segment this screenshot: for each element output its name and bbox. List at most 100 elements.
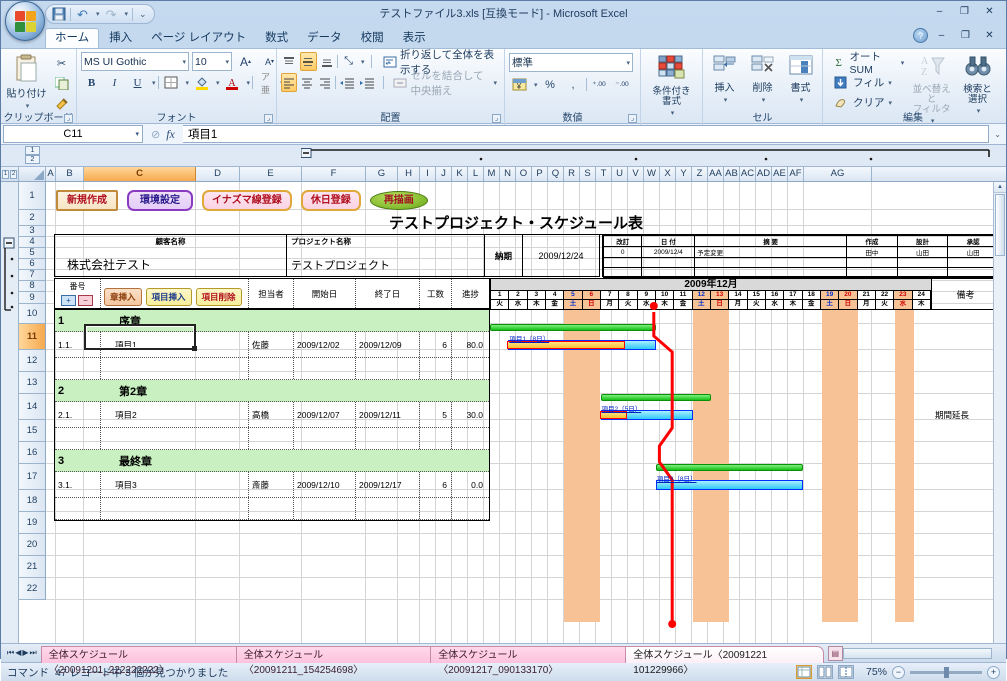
delete-cells-dropdown-icon[interactable]: ▾ bbox=[762, 97, 766, 104]
row-header-12[interactable]: 12 bbox=[19, 350, 46, 372]
sheet-button-4[interactable]: 再描画 bbox=[369, 191, 428, 210]
column-header-V[interactable]: V bbox=[628, 167, 644, 181]
conditional-formatting-dropdown-icon[interactable]: ▾ bbox=[671, 110, 675, 117]
cut-icon[interactable]: ✂ bbox=[51, 54, 72, 73]
zoom-slider[interactable] bbox=[910, 666, 982, 678]
insert-cells-button[interactable]: 挿入 ▾ bbox=[707, 52, 742, 105]
row-header-21[interactable]: 21 bbox=[19, 556, 46, 578]
zoom-slider-knob[interactable] bbox=[944, 666, 949, 678]
clear-dropdown-icon[interactable]: ▾ bbox=[889, 99, 893, 107]
ribbon-tab-6[interactable]: 表示 bbox=[394, 28, 435, 48]
column-header-X[interactable]: X bbox=[660, 167, 676, 181]
row-outline-gutter[interactable] bbox=[1, 182, 19, 643]
orientation-icon[interactable]: ⤡ bbox=[340, 52, 357, 71]
column-header-S[interactable]: S bbox=[580, 167, 596, 181]
gantt-chart-body[interactable]: 項目1〔8日〕 項目2〔5日〕 項目3〔8日〕 bbox=[490, 310, 932, 622]
alignment-dialog-launcher[interactable]: ⌟ bbox=[492, 114, 501, 123]
table-row[interactable]: 2 第2章 bbox=[55, 380, 489, 402]
name-box[interactable]: C11 ▾ bbox=[3, 125, 143, 143]
increase-decimal-icon[interactable]: ⁺ .00 bbox=[589, 75, 610, 94]
row-header-2[interactable]: 2 bbox=[19, 210, 46, 226]
indent-increase-icon[interactable] bbox=[358, 73, 376, 92]
percent-icon[interactable]: % bbox=[540, 75, 561, 94]
column-header-O[interactable]: O bbox=[516, 167, 532, 181]
task-name[interactable]: 項目3 bbox=[101, 472, 249, 497]
table-row[interactable]: 2.1. 項目2 高橋 2009/12/07 2009/12/11 5 30.0 bbox=[55, 402, 489, 428]
row-header-8[interactable]: 8 bbox=[19, 281, 46, 292]
column-group-bracket[interactable] bbox=[300, 148, 994, 164]
office-button[interactable] bbox=[5, 1, 45, 41]
ribbon-tab-2[interactable]: ページ レイアウト bbox=[142, 28, 255, 48]
font-dialog-launcher[interactable]: ⌟ bbox=[264, 114, 273, 123]
zoom-in-button[interactable]: + bbox=[987, 665, 1000, 679]
column-header-E[interactable]: E bbox=[240, 167, 302, 181]
comma-icon[interactable]: , bbox=[563, 75, 584, 94]
page-layout-icon[interactable] bbox=[817, 665, 833, 679]
fill-dropdown-icon[interactable]: ▾ bbox=[888, 79, 892, 87]
merge-center-button[interactable]: セルを結合して中央揃え ▾ bbox=[389, 70, 500, 97]
row-header-14[interactable]: 14 bbox=[19, 394, 46, 420]
zoom-level[interactable]: 75% bbox=[859, 666, 887, 678]
help-icon[interactable]: ? bbox=[913, 28, 928, 43]
column-header-Z[interactable]: Z bbox=[692, 167, 708, 181]
insert-cells-dropdown-icon[interactable]: ▾ bbox=[724, 97, 728, 104]
ribbon-tab-4[interactable]: データ bbox=[298, 28, 351, 48]
doc-minimize-button[interactable]: ‒ bbox=[931, 28, 952, 43]
column-header-P[interactable]: P bbox=[532, 167, 548, 181]
column-header-L[interactable]: L bbox=[468, 167, 484, 181]
autosum-dropdown-icon[interactable]: ▾ bbox=[901, 59, 905, 67]
worksheet[interactable]: 1 2 A B C D E F G H I J K L M N O P Q R S T U V W X Y Z AA AB AC AD AE… bbox=[1, 167, 1006, 643]
number-dialog-launcher[interactable]: ⌟ bbox=[628, 114, 637, 123]
column-header-AC[interactable]: AC bbox=[740, 167, 756, 181]
grid-canvas[interactable]: 新規作成 環境設定 イナズマ線登録 休日登録 再描画 テストプロジェクト・スケジュール表… bbox=[46, 182, 1006, 643]
ribbon-tab-strip[interactable]: ホーム 挿入 ページ レイアウト 数式 データ 校閲 表示 ? ‒ ❐ ✕ bbox=[1, 27, 1006, 48]
window-controls[interactable]: ‒ ❐ ✕ bbox=[929, 4, 1000, 19]
column-header-AB[interactable]: AB bbox=[724, 167, 740, 181]
row-header-15[interactable]: 15 bbox=[19, 420, 46, 442]
col-outline-level-2[interactable]: 2 bbox=[25, 155, 40, 164]
first-sheet-icon[interactable]: ⏮ bbox=[7, 648, 14, 658]
number-format-dropdown-icon[interactable]: ▾ bbox=[626, 59, 630, 67]
column-header-J[interactable]: J bbox=[436, 167, 452, 181]
align-right-icon[interactable] bbox=[317, 73, 333, 92]
insert-item-button[interactable]: 項目挿入 bbox=[145, 288, 192, 306]
table-row[interactable] bbox=[55, 498, 489, 520]
horizontal-scrollbar[interactable] bbox=[842, 647, 992, 659]
sheet-tab-3[interactable]: 全体スケジュール〈20091221 101229966〉 bbox=[625, 645, 824, 676]
sheet-tab-0[interactable]: 全体スケジュール〈20091201_222222222〉 bbox=[40, 645, 242, 676]
normal-view-icon[interactable] bbox=[796, 665, 812, 679]
clipboard-dialog-launcher[interactable]: ⌟ bbox=[64, 114, 73, 123]
sheet-tab-bar[interactable]: ⏮ ◀ ▶ ⏭ 全体スケジュール〈20091201_222222222〉 全体スケ… bbox=[1, 643, 1006, 676]
column-headers[interactable]: 1 2 A B C D E F G H I J K L M N O P Q R S T U V W X Y Z AA AB AC AD AE… bbox=[1, 167, 1006, 182]
table-row[interactable]: 3 最終章 bbox=[55, 450, 489, 472]
prev-sheet-icon[interactable]: ◀ bbox=[15, 648, 21, 658]
zoom-controls[interactable]: 75% − + bbox=[796, 665, 1000, 679]
copy-icon[interactable] bbox=[51, 74, 72, 93]
col-outline-level-1[interactable]: 1 bbox=[25, 146, 40, 155]
sheet-button-0[interactable]: 新規作成 bbox=[56, 190, 118, 211]
column-header-AF[interactable]: AF bbox=[788, 167, 804, 181]
row-header-9[interactable]: 9 bbox=[19, 292, 46, 304]
row-headers[interactable]: 1 2 3 4 5 6 7 8 9 10 11 12 13 14 15 16 17 18 19 20 21 22 bbox=[19, 182, 46, 600]
font-size-dropdown-icon[interactable]: ▾ bbox=[225, 58, 229, 66]
last-sheet-icon[interactable]: ⏭ bbox=[30, 648, 37, 658]
align-middle-icon[interactable] bbox=[299, 52, 317, 71]
scroll-thumb[interactable] bbox=[995, 194, 1005, 256]
formula-bar-buttons[interactable]: ⊘ fx bbox=[145, 127, 181, 142]
borders-dropdown-icon[interactable]: ▾ bbox=[186, 79, 190, 87]
column-header-U[interactable]: U bbox=[612, 167, 628, 181]
align-bottom-icon[interactable] bbox=[319, 52, 336, 71]
currency-icon[interactable]: ¥ bbox=[509, 75, 530, 94]
selected-cell[interactable] bbox=[84, 324, 197, 351]
underline-dropdown-icon[interactable]: ▾ bbox=[152, 79, 156, 87]
formula-expand-icon[interactable]: ⌄ bbox=[991, 130, 1004, 139]
insert-function-icon[interactable]: fx bbox=[166, 127, 175, 142]
select-all-corner[interactable] bbox=[19, 167, 46, 181]
align-top-icon[interactable] bbox=[281, 52, 298, 71]
column-header-F[interactable]: F bbox=[302, 167, 366, 181]
row-outline-level-1[interactable]: 1 bbox=[2, 169, 9, 179]
column-outline-levels[interactable]: 1 2 bbox=[25, 146, 40, 165]
column-header-Q[interactable]: Q bbox=[548, 167, 564, 181]
row-header-16[interactable]: 16 bbox=[19, 442, 46, 464]
formula-input[interactable]: 項目1 bbox=[182, 125, 990, 143]
